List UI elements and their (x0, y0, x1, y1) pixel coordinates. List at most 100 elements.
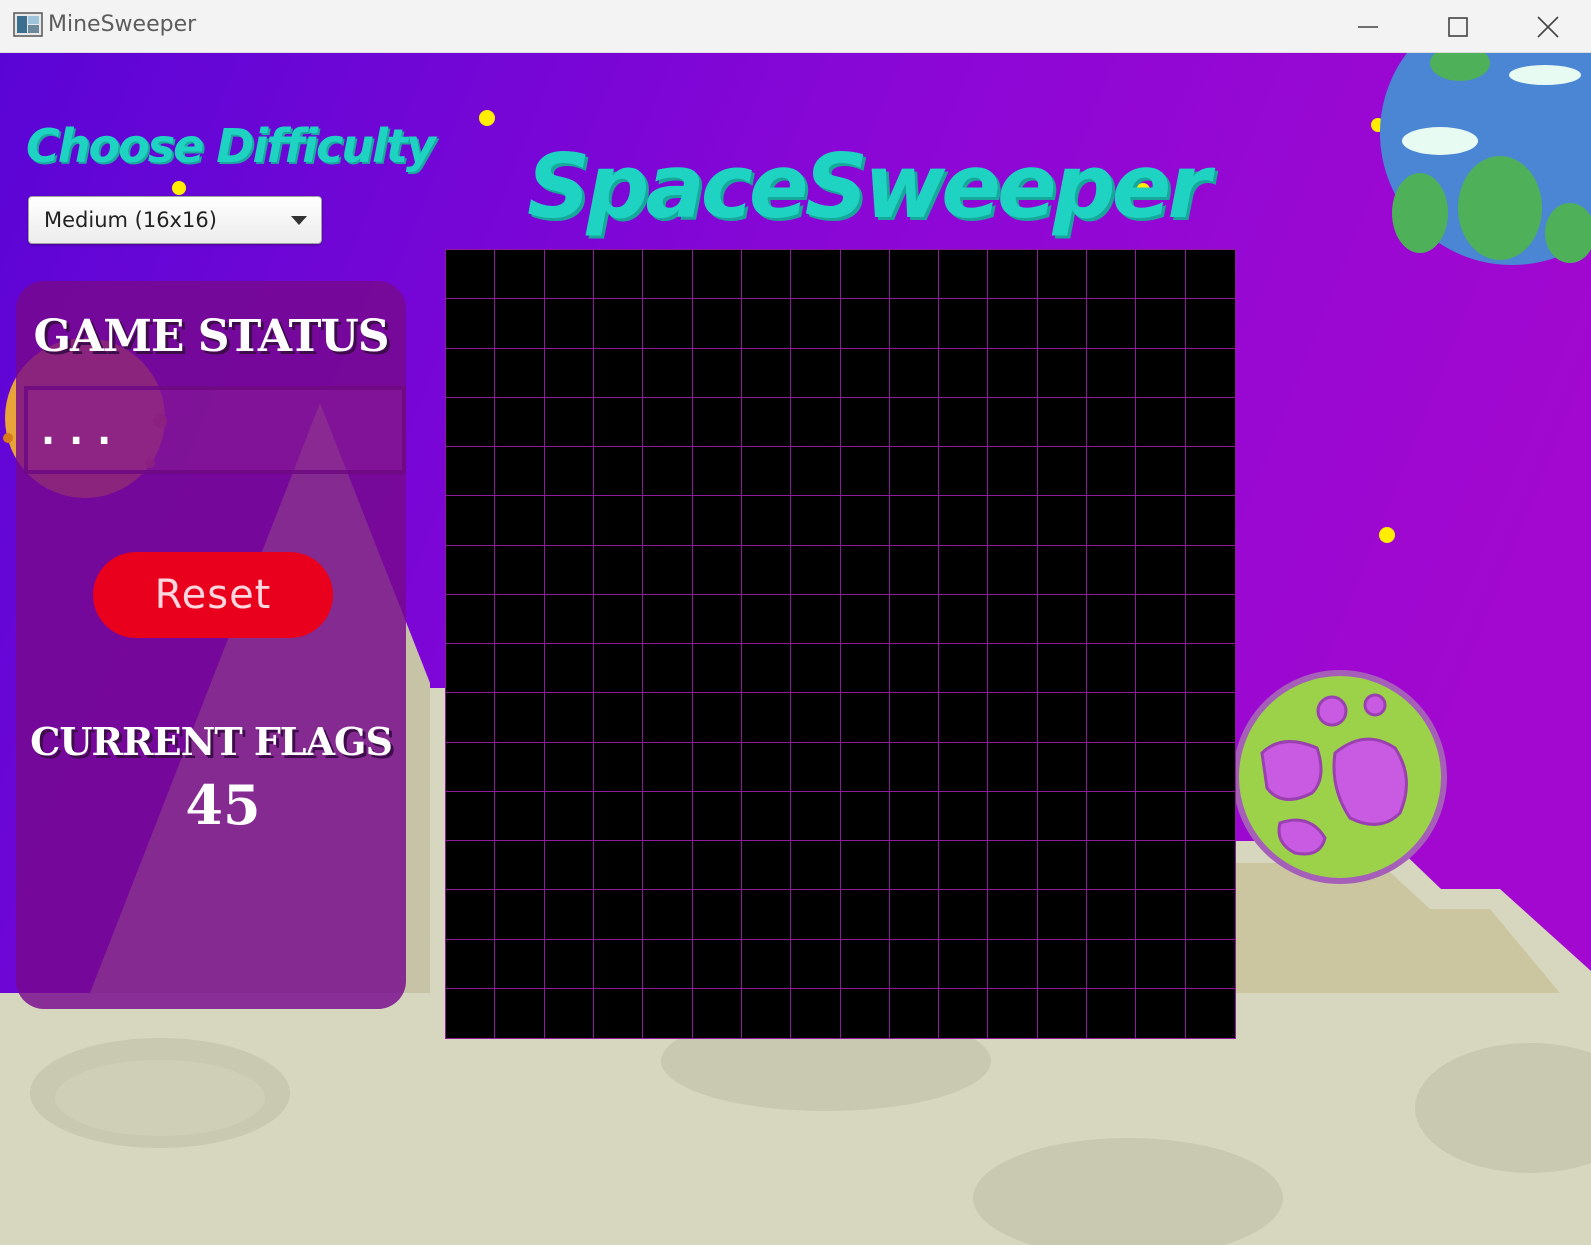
board-cell[interactable] (446, 594, 496, 644)
board-cell[interactable] (643, 299, 693, 349)
board-cell[interactable] (791, 791, 841, 841)
board-cell[interactable] (988, 594, 1038, 644)
board-cell[interactable] (840, 841, 890, 891)
board-cell[interactable] (889, 791, 940, 841)
close-button[interactable] (1503, 0, 1591, 53)
board-cell[interactable] (643, 742, 693, 792)
board-cell[interactable] (988, 939, 1038, 989)
board-cell[interactable] (840, 988, 890, 1038)
board-cell[interactable] (593, 397, 644, 447)
board-cell[interactable] (1037, 939, 1088, 989)
board-cell[interactable] (544, 939, 594, 989)
board-cell[interactable] (939, 841, 989, 891)
reset-button[interactable]: Reset (93, 552, 333, 638)
board-cell[interactable] (988, 348, 1038, 398)
board-cell[interactable] (939, 397, 989, 447)
board-cell[interactable] (1185, 250, 1235, 300)
board-cell[interactable] (544, 594, 594, 644)
board-cell[interactable] (643, 644, 693, 694)
board-cell[interactable] (544, 348, 594, 398)
board-cell[interactable] (889, 693, 940, 743)
board-cell[interactable] (1037, 299, 1088, 349)
board-cell[interactable] (544, 988, 594, 1038)
board-cell[interactable] (988, 644, 1038, 694)
board-cell[interactable] (593, 299, 644, 349)
board-cell[interactable] (939, 299, 989, 349)
board-cell[interactable] (988, 791, 1038, 841)
board-cell[interactable] (692, 594, 742, 644)
board-cell[interactable] (988, 447, 1038, 497)
board-cell[interactable] (939, 348, 989, 398)
board-cell[interactable] (544, 693, 594, 743)
board-cell[interactable] (446, 496, 496, 546)
board-cell[interactable] (446, 742, 496, 792)
board-cell[interactable] (889, 348, 940, 398)
board-cell[interactable] (939, 988, 989, 1038)
board-cell[interactable] (1185, 939, 1235, 989)
board-cell[interactable] (1037, 693, 1088, 743)
board-cell[interactable] (939, 594, 989, 644)
board-cell[interactable] (741, 693, 792, 743)
board-cell[interactable] (692, 397, 742, 447)
board-cell[interactable] (1087, 939, 1137, 989)
board-cell[interactable] (889, 594, 940, 644)
board-cell[interactable] (495, 299, 545, 349)
board-cell[interactable] (1037, 791, 1088, 841)
board-cell[interactable] (1087, 841, 1137, 891)
board-cell[interactable] (495, 693, 545, 743)
board-cell[interactable] (939, 742, 989, 792)
board-cell[interactable] (791, 644, 841, 694)
board-cell[interactable] (791, 545, 841, 595)
board-cell[interactable] (1087, 250, 1137, 300)
board-cell[interactable] (1037, 348, 1088, 398)
board-cell[interactable] (643, 890, 693, 940)
board-cell[interactable] (791, 890, 841, 940)
board-cell[interactable] (1087, 397, 1137, 447)
board-cell[interactable] (544, 545, 594, 595)
board-cell[interactable] (1136, 742, 1186, 792)
board-cell[interactable] (1037, 545, 1088, 595)
board-cell[interactable] (889, 496, 940, 546)
board-cell[interactable] (939, 447, 989, 497)
board-cell[interactable] (939, 890, 989, 940)
board-cell[interactable] (791, 250, 841, 300)
board-cell[interactable] (1037, 988, 1088, 1038)
board-cell[interactable] (791, 841, 841, 891)
board-cell[interactable] (446, 939, 496, 989)
board-cell[interactable] (495, 545, 545, 595)
board-cell[interactable] (1037, 890, 1088, 940)
board-cell[interactable] (495, 447, 545, 497)
board-cell[interactable] (593, 742, 644, 792)
board-cell[interactable] (593, 890, 644, 940)
board-cell[interactable] (446, 545, 496, 595)
board-cell[interactable] (889, 299, 940, 349)
board-cell[interactable] (643, 693, 693, 743)
board-cell[interactable] (593, 594, 644, 644)
maximize-button[interactable] (1413, 0, 1503, 53)
board-cell[interactable] (1087, 791, 1137, 841)
board-cell[interactable] (1185, 348, 1235, 398)
board-cell[interactable] (1136, 250, 1186, 300)
board-cell[interactable] (593, 841, 644, 891)
board-cell[interactable] (544, 791, 594, 841)
board-cell[interactable] (1185, 841, 1235, 891)
board-cell[interactable] (741, 348, 792, 398)
board-cell[interactable] (643, 447, 693, 497)
board-cell[interactable] (692, 496, 742, 546)
board-cell[interactable] (1185, 545, 1235, 595)
board-cell[interactable] (495, 644, 545, 694)
board-cell[interactable] (889, 644, 940, 694)
board-cell[interactable] (1037, 496, 1088, 546)
board-cell[interactable] (741, 890, 792, 940)
board-cell[interactable] (840, 693, 890, 743)
board-cell[interactable] (593, 250, 644, 300)
board-cell[interactable] (840, 890, 890, 940)
board-cell[interactable] (741, 250, 792, 300)
board-cell[interactable] (544, 397, 594, 447)
board-cell[interactable] (643, 250, 693, 300)
board-cell[interactable] (692, 988, 742, 1038)
board-cell[interactable] (692, 250, 742, 300)
board-cell[interactable] (495, 496, 545, 546)
board-cell[interactable] (1185, 890, 1235, 940)
board-cell[interactable] (1087, 348, 1137, 398)
